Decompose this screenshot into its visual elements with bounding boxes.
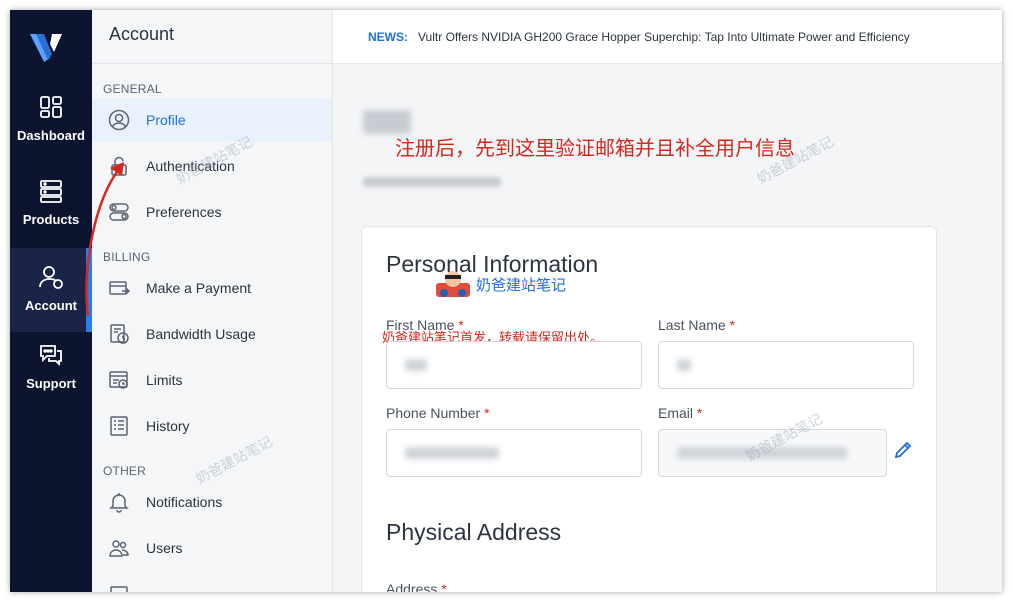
limits-icon: [109, 371, 128, 389]
rail-item-label: Dashboard: [17, 128, 85, 143]
sidebar-item-preferences[interactable]: Preferences: [92, 190, 332, 234]
email-field[interactable]: [658, 429, 887, 477]
sidebar-item-label: Notifications: [146, 494, 223, 510]
address-label: Address *: [386, 581, 447, 592]
sidebar-item-limits[interactable]: Limits: [92, 358, 332, 402]
last-name-field[interactable]: [658, 341, 914, 389]
sidebar-item-make-a-payment[interactable]: Make a Payment: [92, 266, 332, 310]
rail-item-dashboard[interactable]: Dashboard: [10, 94, 92, 174]
redacted-user-email: [363, 177, 501, 187]
watermark-brand: 奶爸建站笔记: [476, 276, 567, 294]
sidebar-title: Account: [109, 24, 175, 44]
section-general: GENERAL: [103, 82, 162, 96]
sidebar-item-label: History: [146, 418, 190, 434]
redacted-value: [677, 447, 847, 459]
sidebar-item-profile[interactable]: Profile: [92, 98, 332, 142]
sidebar-item-history[interactable]: History: [92, 404, 332, 448]
sidebar-item-notifications[interactable]: Notifications: [92, 480, 332, 524]
rail-item-label: Products: [22, 212, 80, 227]
sidebar-item-label: Limits: [146, 372, 183, 388]
support-icon: [40, 345, 62, 367]
rail-item-label: Account: [25, 298, 77, 313]
users-icon: [109, 540, 129, 557]
main-content: NEWS: Vultr Offers NVIDIA GH200 Grace Ho…: [333, 10, 1002, 592]
products-icon: [40, 180, 62, 203]
sidebar-item-label: Authentication: [146, 158, 235, 174]
redacted-user-name: [363, 110, 411, 134]
phone-number-field[interactable]: [386, 429, 642, 477]
rail-item-label: Support: [26, 376, 76, 391]
watermark-badge: 奶爸建站笔记: [434, 269, 566, 299]
annotation-text: 注册后，先到这里验证邮箱并且补全用户信息: [395, 136, 795, 160]
redacted-value: [405, 359, 427, 371]
news-bar: NEWS: Vultr Offers NVIDIA GH200 Grace Ho…: [333, 10, 1002, 64]
sidebar-item-authentication[interactable]: Authentication: [92, 144, 332, 188]
account-icon: [39, 266, 63, 289]
account-sidebar: Account GENERAL Profile Authentication P…: [92, 10, 333, 592]
redacted-value: [677, 359, 691, 371]
cut-off-icon: [110, 586, 128, 592]
app-window: Dashboard Products Account Support Accou…: [10, 10, 1002, 592]
card-icon: [109, 281, 130, 295]
vultr-logo-icon[interactable]: [30, 32, 64, 62]
personal-information-card: Personal Information 奶爸建站笔记 First Name *…: [361, 226, 937, 592]
sidebar-item-label: Bandwidth Usage: [146, 326, 256, 342]
first-name-field[interactable]: [386, 341, 642, 389]
news-link[interactable]: Vultr Offers NVIDIA GH200 Grace Hopper S…: [418, 30, 910, 44]
sidebar-item-label: Users: [146, 540, 183, 556]
bell-icon: [109, 493, 129, 513]
rail-item-account[interactable]: Account: [10, 248, 92, 332]
redacted-value: [405, 447, 499, 459]
sidebar-item-label: Preferences: [146, 204, 222, 220]
divider: [92, 63, 332, 64]
sidebar-item-label: Make a Payment: [146, 280, 252, 296]
pencil-icon[interactable]: [893, 440, 913, 460]
history-icon: [110, 416, 128, 436]
dashboard-icon: [40, 96, 62, 118]
toggles-icon: [109, 203, 129, 221]
news-label: NEWS:: [368, 29, 408, 44]
section-other: OTHER: [103, 464, 146, 478]
phone-number-label: Phone Number *: [386, 405, 490, 421]
email-label: Email *: [658, 405, 703, 421]
primary-rail: Dashboard Products Account Support: [10, 10, 92, 592]
lock-icon: [111, 156, 127, 176]
sidebar-item-users[interactable]: Users: [92, 526, 332, 570]
bandwidth-icon: [110, 324, 129, 344]
section-billing: BILLING: [103, 250, 151, 264]
physical-address-title: Physical Address: [386, 519, 562, 545]
user-circle-icon: [108, 109, 130, 131]
sidebar-item-next[interactable]: [92, 572, 332, 592]
sidebar-item-label: Profile: [146, 112, 186, 128]
last-name-label: Last Name *: [658, 317, 736, 333]
watermark-logo-icon: [436, 271, 470, 297]
sidebar-item-bandwidth-usage[interactable]: Bandwidth Usage: [92, 312, 332, 356]
rail-item-support[interactable]: Support: [10, 342, 92, 422]
rail-item-products[interactable]: Products: [10, 178, 92, 258]
